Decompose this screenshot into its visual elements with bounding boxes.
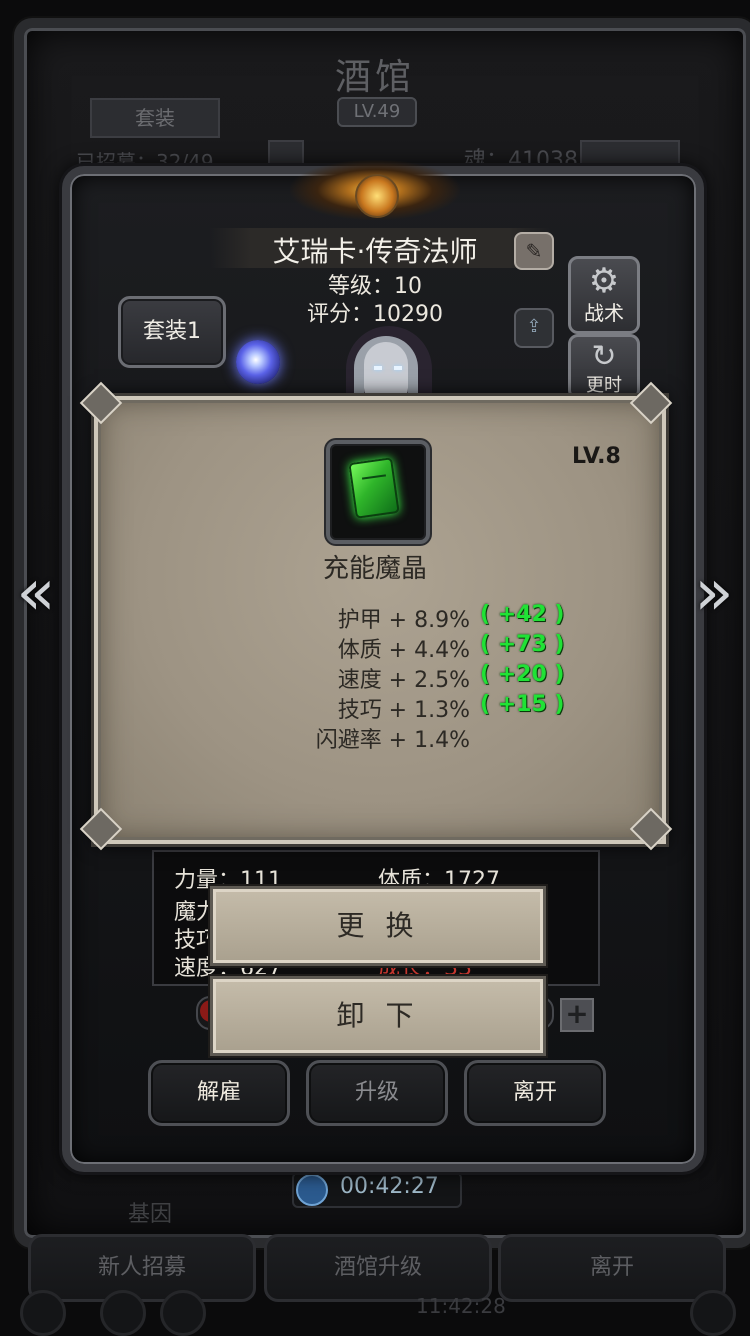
dismiss-button[interactable]: 解雇 (148, 1060, 290, 1126)
nav-circle-icon[interactable] (20, 1290, 66, 1336)
recruit-button[interactable]: 新人招募 (28, 1234, 256, 1302)
edit-name-button[interactable]: ✎ (514, 232, 554, 270)
swap-button[interactable]: ↻ 更时 (568, 334, 640, 400)
swap-label: 更时 (586, 375, 622, 396)
replace-button[interactable]: 更 换 (210, 886, 546, 966)
hero-name: 艾瑞卡·传奇法师 (272, 235, 478, 268)
share-button[interactable]: ⇪ (514, 308, 554, 348)
attribute-constitution: 体质 + 4.4% (337, 638, 470, 663)
bonus-skill: ( +15 ) (480, 692, 565, 717)
tab-outfit[interactable]: 套装 (90, 98, 220, 138)
timer-text: 00:42:27 (340, 1174, 439, 1199)
prev-arrow-icon[interactable]: « (8, 560, 64, 630)
tavern-upgrade-button[interactable]: 酒馆升级 (264, 1234, 492, 1302)
tavern-title: 酒馆 (334, 57, 415, 98)
hero-portrait (340, 326, 436, 400)
clock-icon (296, 1174, 328, 1206)
magic-orb-icon (236, 340, 280, 384)
nav-circle-icon[interactable] (690, 1290, 736, 1336)
leave-button[interactable]: 离开 (464, 1060, 606, 1126)
attribute-armor: 护甲 + 8.9% (337, 608, 470, 633)
attribute-dodge: 闪避率 + 1.4% (315, 728, 470, 753)
outfit-set-button[interactable]: 套装1 (118, 296, 226, 368)
nav-circle-icon[interactable] (100, 1290, 146, 1336)
bonus-constitution: ( +73 ) (480, 632, 565, 657)
bonus-speed: ( +20 ) (480, 662, 565, 687)
unequip-button[interactable]: 卸 下 (210, 976, 546, 1056)
attribute-speed: 速度 + 2.5% (337, 668, 470, 693)
gear-icon: ⚙ (588, 261, 620, 301)
next-arrow-icon[interactable]: » (686, 560, 742, 630)
leave-tavern-button[interactable]: 离开 (498, 1234, 726, 1302)
bonus-armor: ( +42 ) (480, 602, 565, 627)
system-clock: 11:42:28 (416, 1294, 506, 1318)
tactic-label: 战术 (584, 301, 624, 325)
team-label: 基因 (128, 1202, 173, 1227)
add-exp-button[interactable]: + (560, 998, 594, 1032)
item-name: 充能魔晶 (322, 554, 427, 584)
item-level: LV.8 (572, 444, 621, 469)
crystal-icon (348, 457, 400, 519)
upgrade-button[interactable]: 升级 (306, 1060, 448, 1126)
attribute-skill: 技巧 + 1.3% (337, 698, 470, 723)
refresh-icon: ↻ (591, 339, 617, 374)
hero-score: 评分：10290 (307, 302, 443, 327)
pencil-icon: ✎ (525, 239, 543, 263)
upload-icon: ⇪ (526, 316, 542, 337)
nav-circle-icon[interactable] (160, 1290, 206, 1336)
tactic-button[interactable]: ⚙ 战术 (568, 256, 640, 334)
emblem-icon (355, 174, 399, 218)
tavern-level-badge: LV.49 (337, 97, 417, 127)
